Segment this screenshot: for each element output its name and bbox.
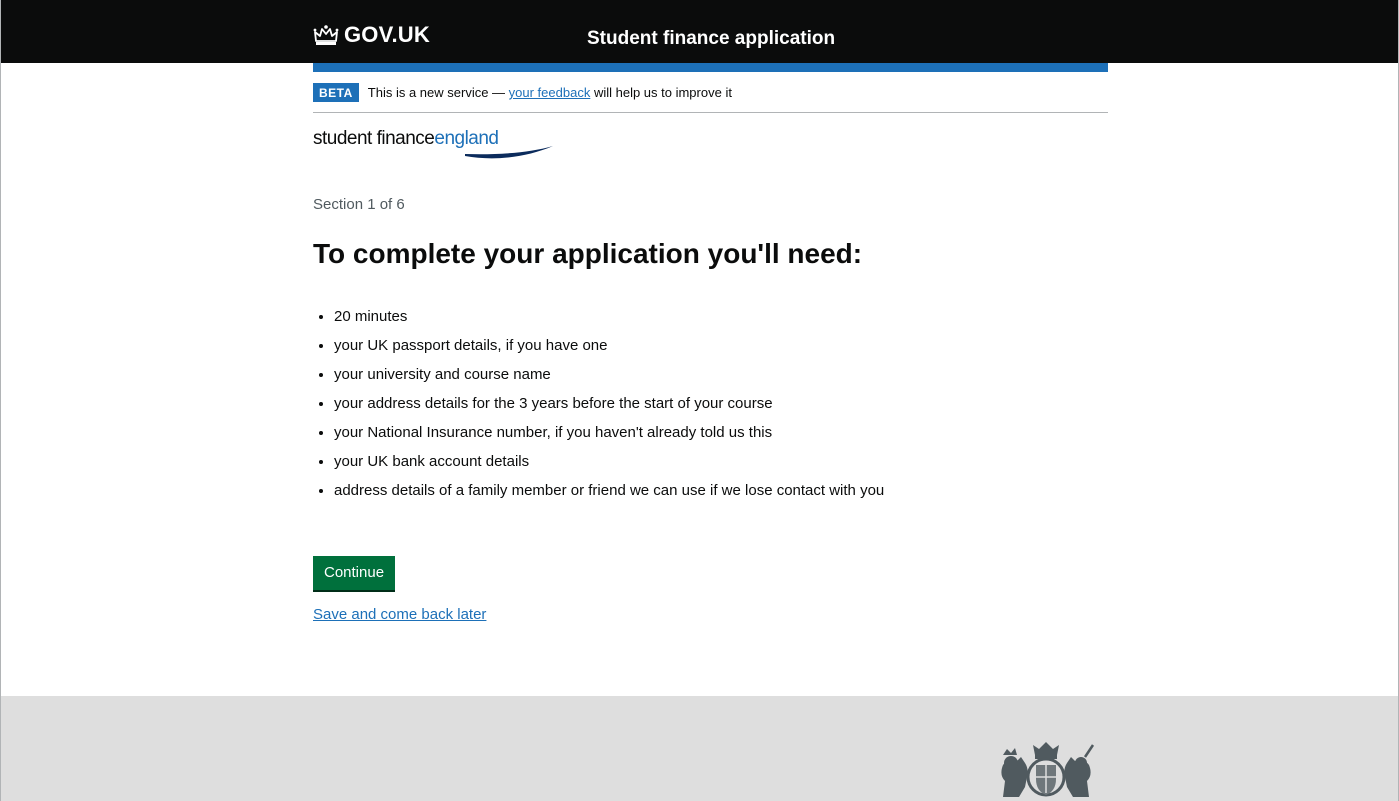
list-item: your UK bank account details xyxy=(334,451,894,472)
govuk-logo-link[interactable]: GOV.UK xyxy=(313,24,430,46)
swoosh-icon xyxy=(465,146,553,159)
page-title: To complete your application you'll need… xyxy=(313,238,863,269)
list-item: address details of a family member or fr… xyxy=(334,480,894,501)
list-item: 20 minutes xyxy=(334,306,894,327)
service-name-link[interactable]: Student finance application xyxy=(587,28,835,50)
phase-banner-text: This is a new service — your feedback wi… xyxy=(368,83,732,102)
list-item: your university and course name xyxy=(334,364,894,385)
list-item: your address details for the 3 years bef… xyxy=(334,393,894,414)
phase-banner: BETA This is a new service — your feedba… xyxy=(313,83,1108,113)
phase-text-after: will help us to improve it xyxy=(590,85,732,100)
beta-tag: BETA xyxy=(313,83,359,102)
student-finance-england-logo: student financeengland xyxy=(313,128,553,160)
site-header: GOV.UK Student finance application xyxy=(1,0,1398,63)
list-item: your UK passport details, if you have on… xyxy=(334,335,894,356)
header-accent-bar xyxy=(313,63,1108,72)
logo-word-student-finance: student finance xyxy=(313,128,435,149)
royal-coat-of-arms-icon xyxy=(1001,742,1095,797)
save-and-come-back-link[interactable]: Save and come back later xyxy=(313,606,486,623)
crown-icon xyxy=(313,25,339,45)
feedback-link[interactable]: your feedback xyxy=(509,85,591,100)
section-caption: Section 1 of 6 xyxy=(313,196,405,213)
list-item: your National Insurance number, if you h… xyxy=(334,422,894,443)
phase-text-before: This is a new service — xyxy=(367,85,509,100)
site-footer xyxy=(1,696,1398,801)
continue-button[interactable]: Continue xyxy=(313,556,396,590)
govuk-logo-text: GOV.UK xyxy=(344,22,430,47)
requirements-list: 20 minutes your UK passport details, if … xyxy=(316,306,894,509)
page-frame: GOV.UK Student finance application BETA … xyxy=(0,0,1399,801)
